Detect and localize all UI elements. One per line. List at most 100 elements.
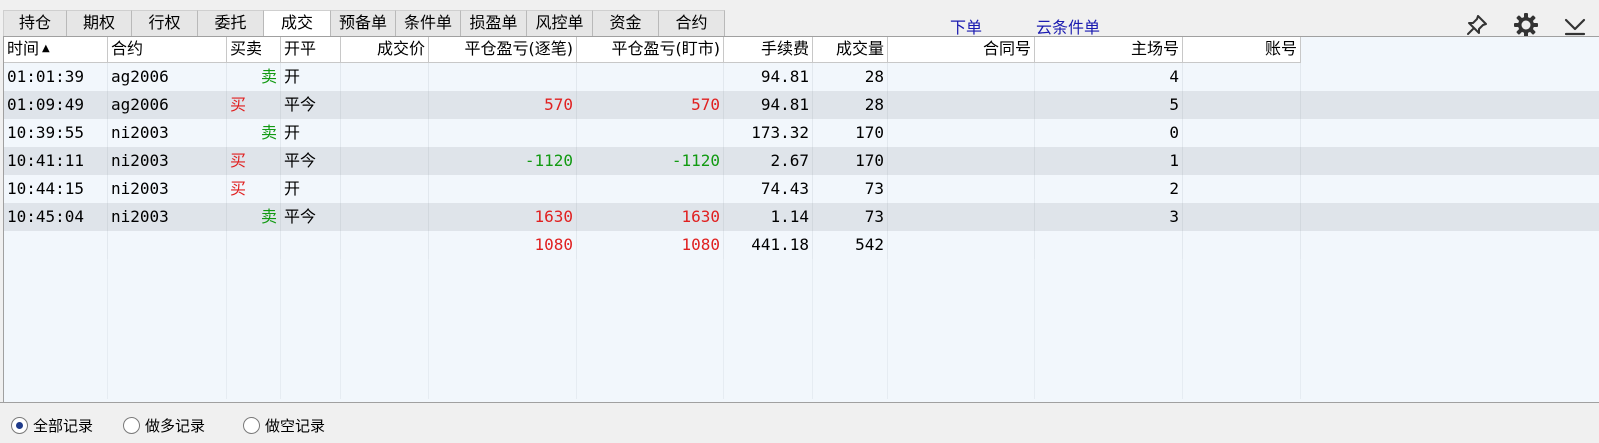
cell-empty bbox=[577, 259, 724, 287]
empty-row bbox=[4, 315, 1599, 343]
column-header-contract[interactable]: 合约 bbox=[108, 37, 227, 63]
cell-empty bbox=[4, 259, 108, 287]
table-row[interactable]: 10:41:11 ni2003 买 平今 -1120 -1120 2.67 17… bbox=[4, 147, 1599, 175]
place-order-link[interactable]: 下单 bbox=[950, 14, 982, 38]
cell-empty bbox=[281, 259, 341, 287]
cell-direction: 卖 bbox=[227, 63, 281, 91]
filter-all-records[interactable]: 全部记录 bbox=[11, 415, 93, 435]
cell-exchange-no: 1 bbox=[1035, 147, 1183, 175]
cell-fee: 74.43 bbox=[724, 175, 813, 203]
cell-pnl-market bbox=[577, 63, 724, 91]
filter-short-label: 做空记录 bbox=[265, 416, 326, 435]
cell-direction: 买 bbox=[227, 147, 281, 175]
cell-account bbox=[1183, 91, 1301, 119]
cell-account bbox=[1183, 203, 1301, 231]
column-header-exchange-no[interactable]: 主场号 bbox=[1035, 37, 1183, 63]
column-header-contract-no[interactable]: 合同号 bbox=[888, 37, 1035, 63]
column-header-price[interactable]: 成交价 bbox=[341, 37, 429, 63]
cell-empty bbox=[341, 315, 429, 343]
cell-empty bbox=[1035, 287, 1183, 315]
cell-pnl-market bbox=[577, 175, 724, 203]
filter-all-label: 全部记录 bbox=[33, 416, 94, 435]
tab-positions[interactable]: 持仓 bbox=[3, 10, 67, 36]
empty-row bbox=[4, 371, 1599, 399]
cell-time: 10:39:55 bbox=[4, 119, 108, 147]
cell-contract-no bbox=[888, 203, 1035, 231]
cell-empty bbox=[1035, 315, 1183, 343]
pin-icon[interactable] bbox=[1464, 12, 1490, 38]
column-header-direction[interactable]: 买卖 bbox=[227, 37, 281, 63]
table-row[interactable]: 10:45:04 ni2003 卖 平今 1630 1630 1.14 73 3 bbox=[4, 203, 1599, 231]
tab-funds[interactable]: 资金 bbox=[593, 10, 659, 36]
cell-empty bbox=[813, 371, 888, 399]
tab-stop-orders[interactable]: 损盈单 bbox=[461, 10, 527, 36]
column-header-offset[interactable]: 开平 bbox=[281, 37, 341, 63]
tab-prepared-orders[interactable]: 预备单 bbox=[331, 10, 396, 36]
cell-empty bbox=[888, 287, 1035, 315]
table-row[interactable]: 01:09:49 ag2006 买 平今 570 570 94.81 28 5 bbox=[4, 91, 1599, 119]
table-row[interactable]: 01:01:39 ag2006 卖 开 94.81 28 4 bbox=[4, 63, 1599, 91]
cell-contract: ag2006 bbox=[108, 63, 227, 91]
column-header-account[interactable]: 账号 bbox=[1183, 37, 1301, 63]
filter-short-records[interactable]: 做空记录 bbox=[243, 415, 325, 435]
cell-price bbox=[341, 119, 429, 147]
tab-risk-orders[interactable]: 风控单 bbox=[527, 10, 593, 36]
cloud-condition-order-link[interactable]: 云条件单 bbox=[1036, 14, 1100, 38]
cell-empty bbox=[227, 315, 281, 343]
empty-row bbox=[4, 287, 1599, 315]
table-row[interactable]: 10:44:15 ni2003 买 开 74.43 73 2 bbox=[4, 175, 1599, 203]
cell-empty bbox=[724, 259, 813, 287]
cell-pnl-market bbox=[577, 119, 724, 147]
gear-icon[interactable] bbox=[1513, 12, 1539, 38]
radio-unchecked-icon[interactable] bbox=[243, 416, 260, 434]
cell-exchange-no: 3 bbox=[1035, 203, 1183, 231]
cell-empty bbox=[281, 287, 341, 315]
tab-contracts[interactable]: 合约 bbox=[659, 10, 725, 36]
chevron-down-icon[interactable] bbox=[1562, 12, 1588, 38]
cell-time: 10:44:15 bbox=[4, 175, 108, 203]
cell-contract: ni2003 bbox=[108, 203, 227, 231]
tab-trades[interactable]: 成交 bbox=[264, 10, 331, 36]
radio-checked-icon[interactable] bbox=[11, 416, 28, 434]
cell-pnl-trade bbox=[429, 63, 577, 91]
cell-empty bbox=[341, 287, 429, 315]
empty-row bbox=[4, 343, 1599, 371]
tab-options[interactable]: 期权 bbox=[67, 10, 132, 36]
cell-empty bbox=[577, 287, 724, 315]
cell-pnl-trade bbox=[429, 175, 577, 203]
cell-fee: 2.67 bbox=[724, 147, 813, 175]
cell-empty bbox=[108, 287, 227, 315]
cell-contract: ag2006 bbox=[108, 91, 227, 119]
totals-row: 1080 1080 441.18 542 bbox=[4, 231, 1599, 259]
column-header-time[interactable]: 时间 ▲ bbox=[4, 37, 108, 63]
filter-long-label: 做多记录 bbox=[145, 416, 206, 435]
cell-empty bbox=[4, 315, 108, 343]
cell-empty bbox=[108, 371, 227, 399]
cell-empty bbox=[724, 371, 813, 399]
cell-empty bbox=[108, 315, 227, 343]
column-header-pnl-trade[interactable]: 平仓盈亏(逐笔) bbox=[429, 37, 577, 63]
cell-account bbox=[1183, 175, 1301, 203]
cell-empty bbox=[888, 371, 1035, 399]
column-header-pnl-market[interactable]: 平仓盈亏(盯市) bbox=[577, 37, 724, 63]
tab-exercise[interactable]: 行权 bbox=[132, 10, 198, 36]
cell-price bbox=[341, 175, 429, 203]
cell-empty bbox=[341, 231, 429, 259]
cell-contract-no bbox=[888, 91, 1035, 119]
cell-account bbox=[1183, 63, 1301, 91]
tab-bar: 持仓 期权 行权 委托 成交 预备单 条件单 损盈单 风控单 资金 合约 下单 … bbox=[0, 6, 1599, 38]
radio-unchecked-icon[interactable] bbox=[123, 416, 140, 434]
tab-conditional-orders[interactable]: 条件单 bbox=[396, 10, 461, 36]
tab-orders[interactable]: 委托 bbox=[198, 10, 264, 36]
filter-long-records[interactable]: 做多记录 bbox=[123, 415, 205, 435]
cell-empty bbox=[888, 343, 1035, 371]
column-header-fee[interactable]: 手续费 bbox=[724, 37, 813, 63]
table-row[interactable]: 10:39:55 ni2003 卖 开 173.32 170 0 bbox=[4, 119, 1599, 147]
cell-empty bbox=[1183, 343, 1301, 371]
cell-empty bbox=[108, 259, 227, 287]
cell-time: 01:01:39 bbox=[4, 63, 108, 91]
cell-empty bbox=[341, 259, 429, 287]
column-header-volume[interactable]: 成交量 bbox=[813, 37, 888, 63]
cell-time: 10:45:04 bbox=[4, 203, 108, 231]
cell-offset: 开 bbox=[281, 175, 341, 203]
